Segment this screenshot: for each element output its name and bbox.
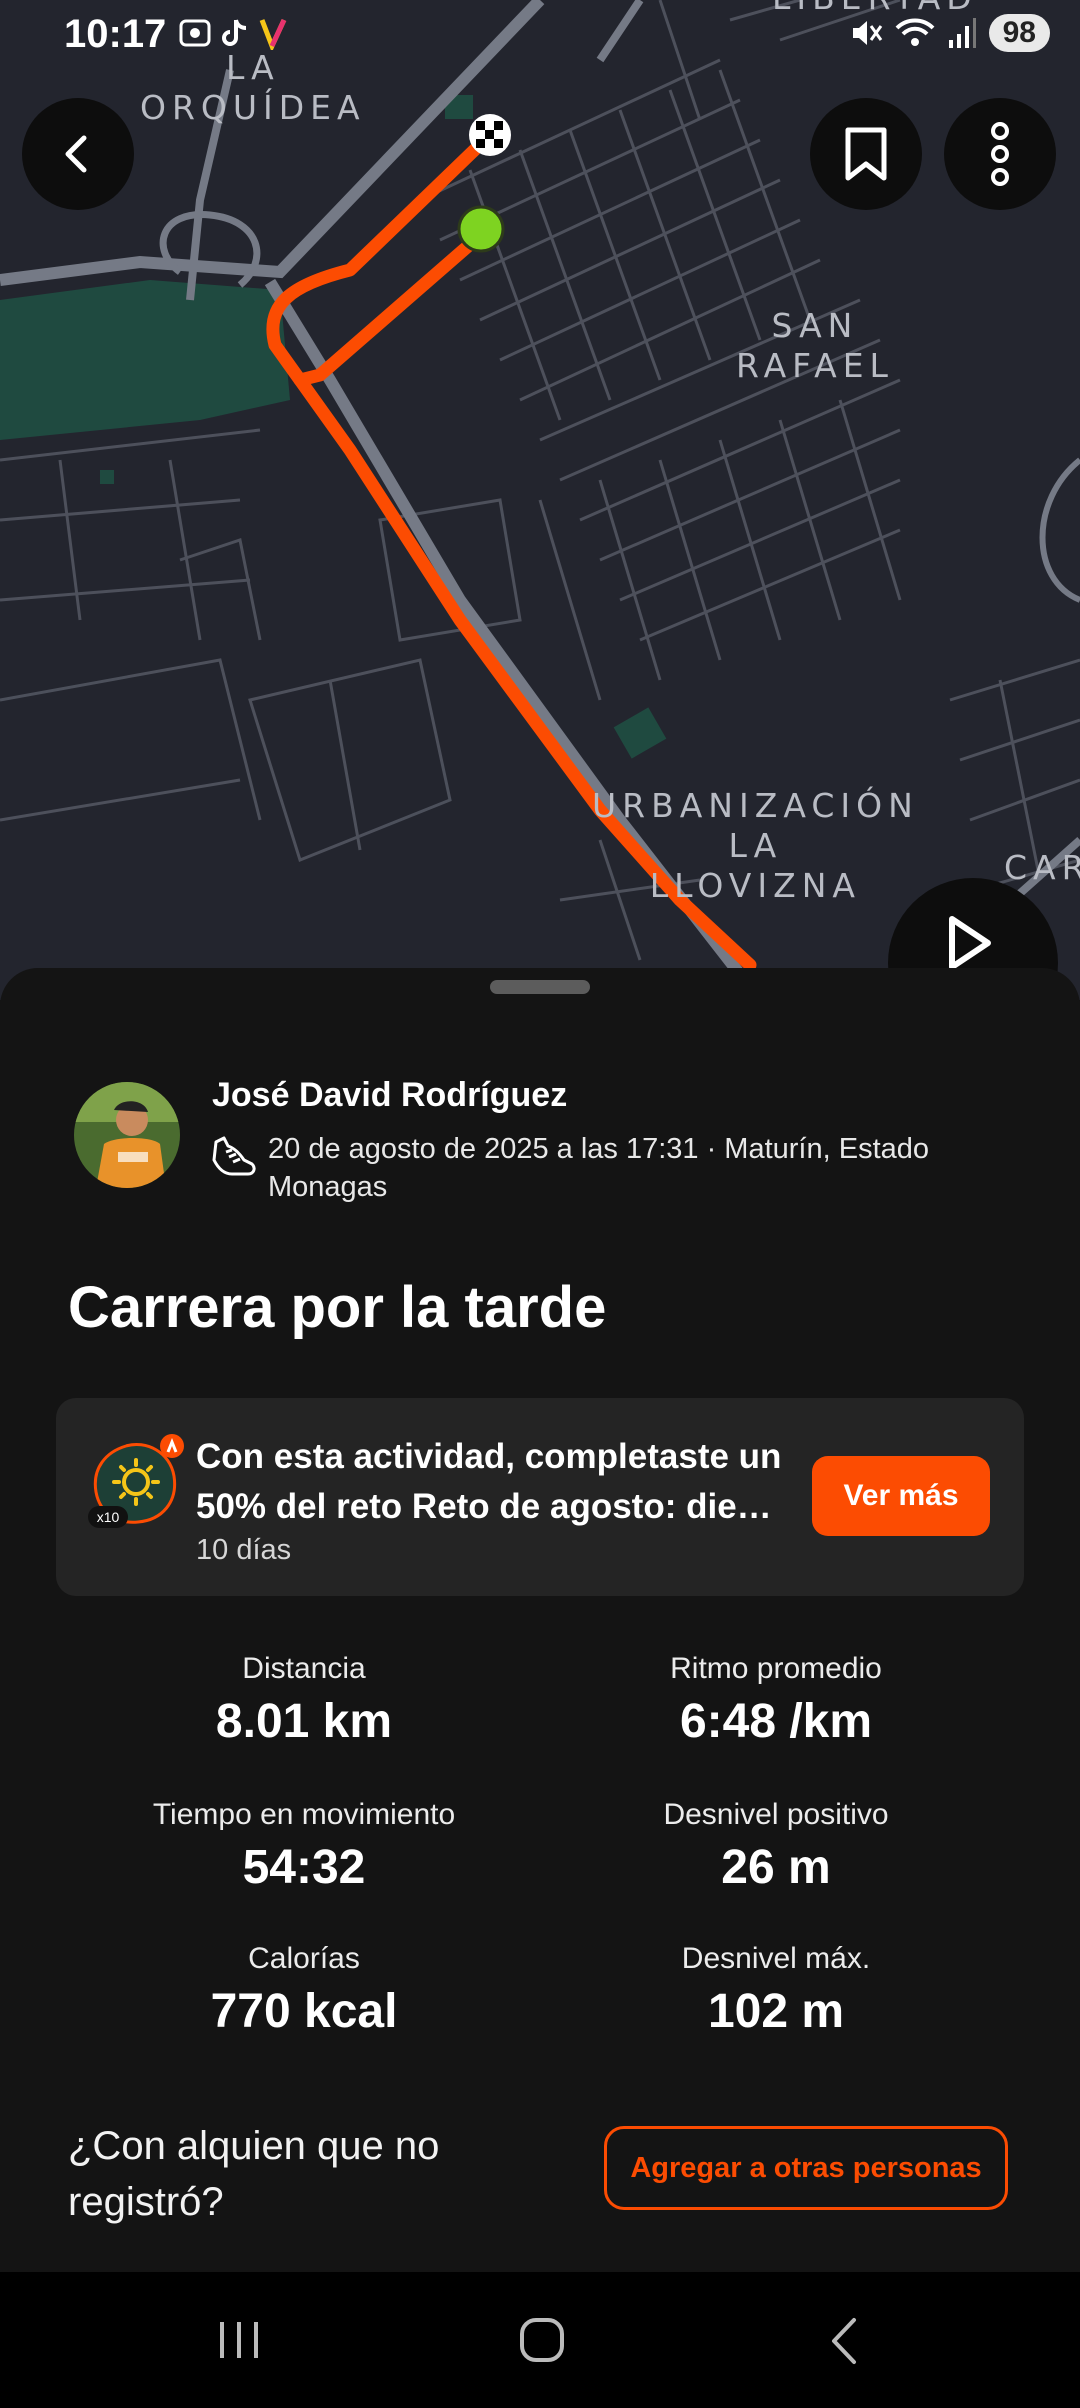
screenshot-icon	[179, 19, 211, 47]
stat-avg-pace: Ritmo promedio 6:48 /km	[556, 1652, 996, 1749]
stat-calories: Calorías 770 kcal	[84, 1942, 524, 2039]
activity-meta: 20 de agosto de 2025 a las 17:31 · Matur…	[268, 1133, 930, 1203]
back-nav-button[interactable]	[826, 2316, 862, 2366]
back-button[interactable]	[22, 98, 134, 210]
stat-distance: Distancia 8.01 km	[84, 1652, 524, 1749]
bookmark-icon	[845, 127, 887, 181]
stat-label: Desnivel máx.	[681, 1942, 871, 1975]
stat-label: Calorías	[248, 1942, 360, 1975]
map-label-san-rafael: SAN RAFAEL	[736, 306, 894, 385]
svg-text:x10: x10	[97, 1509, 120, 1525]
battery-level: 98	[988, 14, 1050, 52]
stat-value: 102 m	[707, 1985, 845, 2038]
system-nav-bar	[0, 2272, 1080, 2408]
add-others-button[interactable]: Agregar a otras personas	[604, 2126, 1008, 2210]
save-route-button[interactable]	[810, 98, 922, 210]
stat-label: Ritmo promedio	[670, 1652, 882, 1685]
play-icon	[949, 916, 991, 970]
challenge-duration: 10 días	[196, 1534, 292, 1566]
stat-moving-time: Tiempo en movimiento 54:32	[84, 1798, 524, 1895]
stat-label: Desnivel positivo	[663, 1798, 889, 1831]
system-status-icons: 98	[849, 14, 1050, 52]
activity-title: Carrera por la tarde	[68, 1275, 607, 1340]
stat-elevation-gain: Desnivel positivo 26 m	[556, 1798, 996, 1895]
stat-value: 54:32	[242, 1841, 366, 1894]
avatar[interactable]	[74, 1082, 180, 1188]
activity-sheet: José David Rodríguez 20 de agosto de 202…	[0, 968, 1080, 2272]
challenge-line-1: Con esta actividad, completaste un	[196, 1437, 782, 1476]
see-more-button[interactable]: Ver más	[812, 1456, 990, 1536]
recent-apps-button[interactable]	[214, 2318, 264, 2362]
stat-value: 26 m	[721, 1841, 831, 1894]
signal-icon	[948, 18, 976, 48]
stat-value: 770 kcal	[210, 1985, 398, 2038]
wifi-icon	[895, 18, 935, 46]
more-vertical-icon	[991, 122, 1009, 186]
stat-label: Tiempo en movimiento	[152, 1798, 456, 1831]
challenge-line-2: 50% del reto Reto de agosto: diez ...	[196, 1487, 788, 1526]
challenge-card[interactable]: x10 Con esta actividad, completaste un 5…	[56, 1398, 1024, 1596]
stat-value: 6:48 /km	[679, 1695, 873, 1748]
finish-marker	[469, 114, 511, 156]
notification-icons	[178, 16, 288, 50]
challenge-message: Con esta actividad, completaste un 50% d…	[196, 1432, 796, 1532]
sheet-drag-handle[interactable]	[490, 980, 590, 994]
status-time: 10:17	[64, 12, 167, 56]
challenge-badge-icon: x10	[88, 1434, 184, 1528]
stat-value: 8.01 km	[215, 1695, 393, 1748]
chevron-left-icon	[65, 135, 87, 173]
run-shoe-icon	[212, 1136, 256, 1176]
app-icon	[259, 18, 287, 50]
map-label-urbanizacion: URBANIZACIÓN LA LLOVIZNA	[592, 786, 919, 905]
map-label-car: CAR	[1004, 848, 1080, 887]
home-button[interactable]	[518, 2316, 566, 2364]
tiktok-icon	[222, 19, 247, 46]
more-options-button[interactable]	[944, 98, 1056, 210]
status-bar: 10:17 98	[0, 0, 1080, 70]
athlete-photo	[74, 1082, 180, 1188]
mute-icon	[852, 21, 882, 45]
stat-max-elevation: Desnivel máx. 102 m	[556, 1942, 996, 2039]
unrecorded-partner-prompt: ¿Con alquien que no registró?	[68, 2124, 440, 2224]
athlete-name[interactable]: José David Rodríguez	[212, 1076, 567, 1115]
stat-label: Distancia	[242, 1652, 366, 1685]
start-marker	[457, 205, 505, 253]
